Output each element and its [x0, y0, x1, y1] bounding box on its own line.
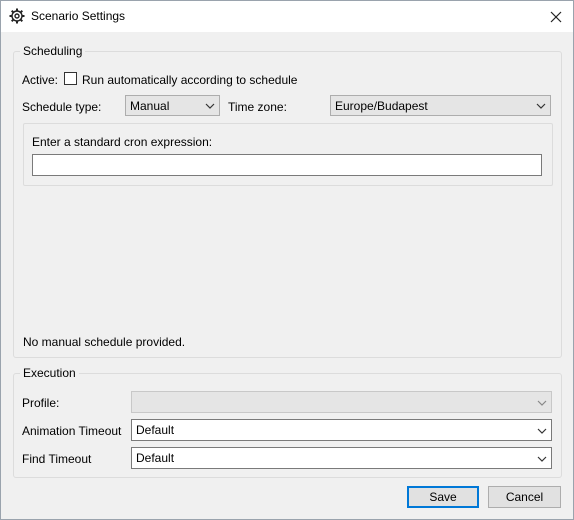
find-timeout-value: Default [136, 451, 175, 465]
close-button[interactable] [539, 1, 573, 32]
chevron-down-icon [536, 103, 546, 109]
chevron-down-icon [537, 400, 547, 406]
window-title: Scenario Settings [31, 9, 126, 23]
cron-prompt: Enter a standard cron expression: [32, 135, 213, 149]
schedule-type-dropdown[interactable]: Manual [125, 95, 220, 116]
schedule-type-label: Schedule type: [22, 100, 102, 114]
chevron-down-icon [537, 428, 547, 434]
schedule-type-value: Manual [130, 99, 170, 113]
gear-icon [9, 8, 25, 24]
chevron-down-icon [205, 103, 215, 109]
active-checkbox-label[interactable]: Run automatically according to schedule [82, 73, 297, 87]
close-icon [550, 11, 562, 22]
animation-timeout-dropdown[interactable]: Default [131, 419, 552, 441]
find-timeout-dropdown[interactable]: Default [131, 447, 552, 469]
scenario-settings-dialog: Scenario Settings Scheduling Active: Run… [0, 0, 574, 520]
active-checkbox[interactable] [64, 72, 77, 85]
profile-label: Profile: [22, 396, 60, 410]
title-bar: Scenario Settings [1, 1, 573, 32]
execution-legend: Execution [20, 366, 79, 380]
animation-timeout-value: Default [136, 423, 175, 437]
chevron-down-icon [537, 456, 547, 462]
animation-timeout-label: Animation Timeout [22, 424, 122, 438]
profile-dropdown[interactable] [131, 391, 552, 413]
cron-expression-input[interactable] [32, 154, 542, 176]
time-zone-label: Time zone: [228, 100, 287, 114]
find-timeout-label: Find Timeout [22, 452, 92, 466]
active-label: Active: [22, 73, 59, 87]
time-zone-value: Europe/Budapest [335, 99, 428, 113]
cancel-button[interactable]: Cancel [488, 486, 561, 508]
scheduling-legend: Scheduling [20, 44, 86, 58]
save-button[interactable]: Save [407, 486, 479, 508]
schedule-status-text: No manual schedule provided. [23, 335, 186, 349]
time-zone-dropdown[interactable]: Europe/Budapest [330, 95, 551, 116]
